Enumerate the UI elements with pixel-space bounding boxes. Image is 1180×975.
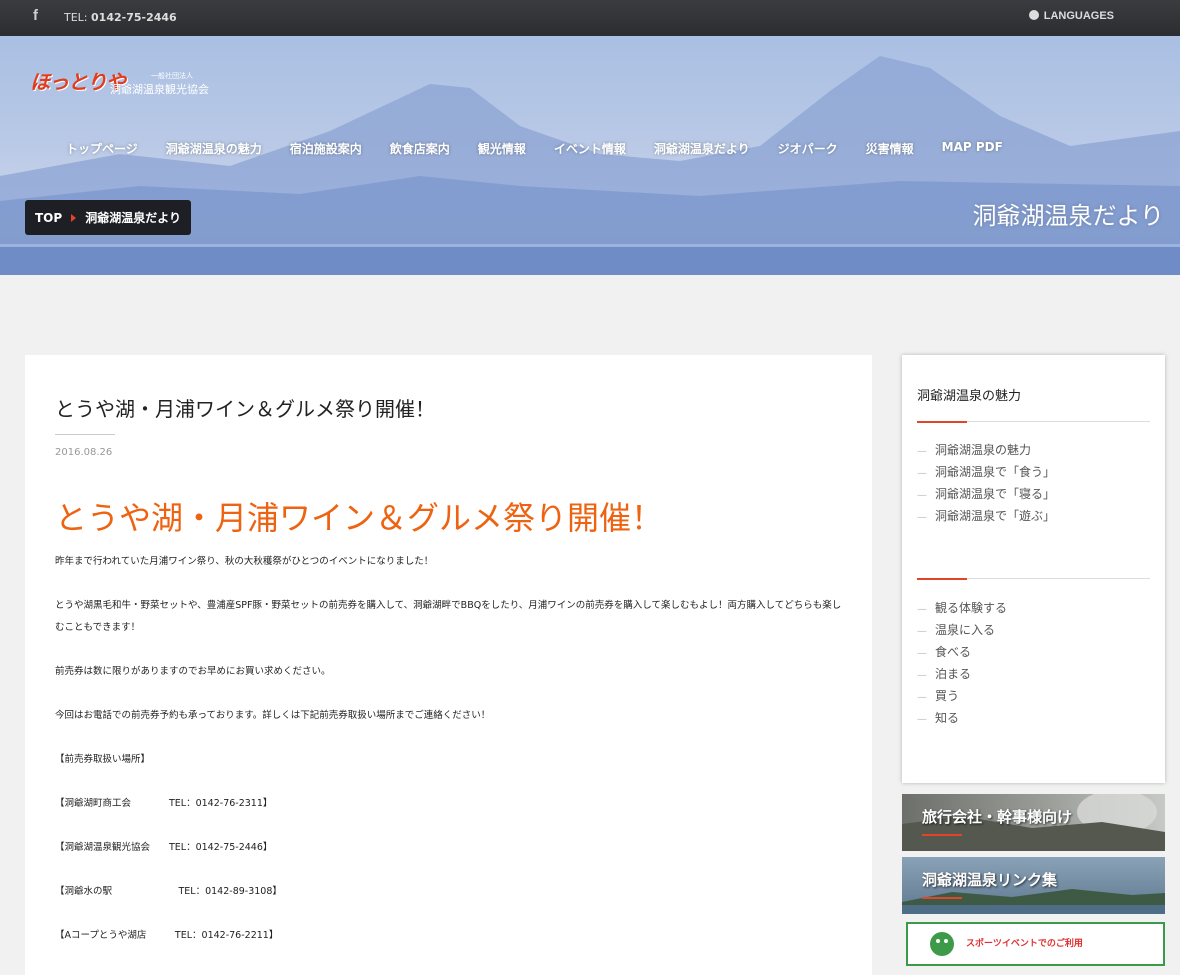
facebook-icon[interactable]: f: [33, 7, 38, 24]
sidebar-item[interactable]: 洞爺湖温泉で「食う」: [917, 461, 1055, 483]
sidebar-divider: [917, 578, 1150, 580]
sidebar-title: 洞爺湖温泉の魅力: [917, 389, 1022, 404]
logo-name: 洞爺湖温泉観光協会: [110, 83, 209, 96]
sidebar: 洞爺湖温泉の魅力 洞爺湖温泉の魅力 洞爺湖温泉で「食う」 洞爺湖温泉で「寝る」 …: [902, 355, 1165, 783]
nav-disaster[interactable]: 災害情報: [866, 140, 914, 157]
article-heading: とうや湖・月浦ワイン＆グルメ祭り開催！: [55, 499, 664, 537]
banner-underline: [922, 897, 962, 899]
logo-subtitle: 一般社団法人: [151, 72, 193, 80]
nav-news[interactable]: 洞爺湖温泉だより: [654, 140, 750, 157]
banner-label: スポーツイベントでのご利用: [966, 939, 1083, 949]
ticket-location: 【Aコープとうや湖店 TEL：0142-76-2211】: [55, 930, 279, 941]
sidebar-item[interactable]: 知る: [917, 707, 1007, 729]
hero-header: ほっとりや 一般社団法人 洞爺湖温泉観光協会 トップページ 洞爺湖温泉の魅力 宿…: [0, 36, 1180, 275]
sidebar-list-appeal: 洞爺湖温泉の魅力 洞爺湖温泉で「食う」 洞爺湖温泉で「寝る」 洞爺湖温泉で「遊ぶ…: [917, 439, 1055, 527]
sidebar-item[interactable]: 温泉に入る: [917, 619, 1007, 641]
banner-underline: [922, 834, 962, 836]
ticket-location: 【洞爺水の駅 TEL：0142-89-3108】: [55, 886, 282, 897]
nav-map-pdf[interactable]: MAP PDF: [942, 140, 1003, 157]
paragraph: とうや湖黒毛和牛・野菜セットや、豊浦産SPF豚・野菜セットの前売券を購入して、洞…: [55, 600, 842, 633]
banner-travel-agents[interactable]: 旅行会社・幹事様向け: [902, 794, 1165, 851]
nav-sightseeing[interactable]: 観光情報: [478, 140, 526, 157]
article: とうや湖・月浦ワイン＆グルメ祭り開催！ 2016.08.26 とうや湖・月浦ワイ…: [25, 355, 872, 975]
breadcrumb: TOP 洞爺湖温泉だより: [25, 200, 191, 235]
paragraph: 前売券は数に限りがありますのでお早めにお買い求めください。: [55, 666, 331, 677]
sidebar-divider: [917, 421, 1150, 423]
sidebar-item[interactable]: 食べる: [917, 641, 1007, 663]
site-logo[interactable]: ほっとりや 一般社団法人 洞爺湖温泉観光協会: [30, 66, 209, 96]
globe-icon: [1028, 10, 1039, 20]
breadcrumb-top[interactable]: TOP: [35, 211, 62, 225]
nav-appeal[interactable]: 洞爺湖温泉の魅力: [166, 140, 262, 157]
nav-geopark[interactable]: ジオパーク: [778, 140, 838, 157]
paragraph: 昨年まで行われていた月浦ワイン祭り、秋の大秋穫祭がひとつのイベントになりました！: [55, 556, 434, 567]
ticket-location: 【洞爺湖町商工会 TEL：0142-76-2311】: [55, 798, 273, 809]
nav-events[interactable]: イベント情報: [554, 140, 626, 157]
sidebar-item[interactable]: 観る体験する: [917, 597, 1007, 619]
sidebar-item[interactable]: 泊まる: [917, 663, 1007, 685]
nav-lodging[interactable]: 宿泊施設案内: [290, 140, 362, 157]
banner-sports-events[interactable]: スポーツイベントでのご利用: [906, 922, 1165, 966]
page-title: 洞爺湖温泉だより: [972, 202, 1164, 230]
banner-label: 旅行会社・幹事様向け: [922, 808, 1073, 826]
sidebar-item[interactable]: 洞爺湖温泉で「遊ぶ」: [917, 505, 1055, 527]
sidebar-item[interactable]: 買う: [917, 685, 1007, 707]
main-nav: トップページ 洞爺湖温泉の魅力 宿泊施設案内 飲食店案内 観光情報 イベント情報…: [66, 140, 1031, 157]
ticket-location: 【洞爺湖温泉観光協会 TEL：0142-75-2446】: [55, 842, 273, 853]
mascot-icon: [930, 932, 954, 956]
banner-links[interactable]: 洞爺湖温泉リンク集: [902, 857, 1165, 914]
breadcrumb-current: 洞爺湖温泉だより: [85, 211, 181, 225]
title-divider: [55, 434, 115, 435]
sidebar-item[interactable]: 洞爺湖温泉の魅力: [917, 439, 1055, 461]
phone-number: TEL: 0142-75-2446: [64, 11, 177, 24]
breadcrumb-arrow-icon: [71, 213, 77, 222]
banner-label: 洞爺湖温泉リンク集: [922, 871, 1058, 889]
paragraph: 今回はお電話での前売券予約も承っております。詳しくは下記前売券取扱い場所までご連…: [55, 710, 491, 721]
article-body: 昨年まで行われていた月浦ワイン祭り、秋の大秋穫祭がひとつのイベントになりました！…: [55, 551, 845, 969]
top-bar: f TEL: 0142-75-2446 LANGUAGES: [0, 0, 1180, 36]
sidebar-list-activities: 観る体験する 温泉に入る 食べる 泊まる 買う 知る: [917, 597, 1007, 729]
nav-restaurants[interactable]: 飲食店案内: [390, 140, 450, 157]
article-title: とうや湖・月浦ワイン＆グルメ祭り開催！: [55, 397, 435, 421]
nav-home[interactable]: トップページ: [66, 140, 138, 157]
paragraph: 【前売券取扱い場所】: [55, 754, 151, 765]
article-date: 2016.08.26: [55, 447, 113, 458]
sidebar-item[interactable]: 洞爺湖温泉で「寝る」: [917, 483, 1055, 505]
languages-button[interactable]: LANGUAGES: [1028, 10, 1114, 22]
